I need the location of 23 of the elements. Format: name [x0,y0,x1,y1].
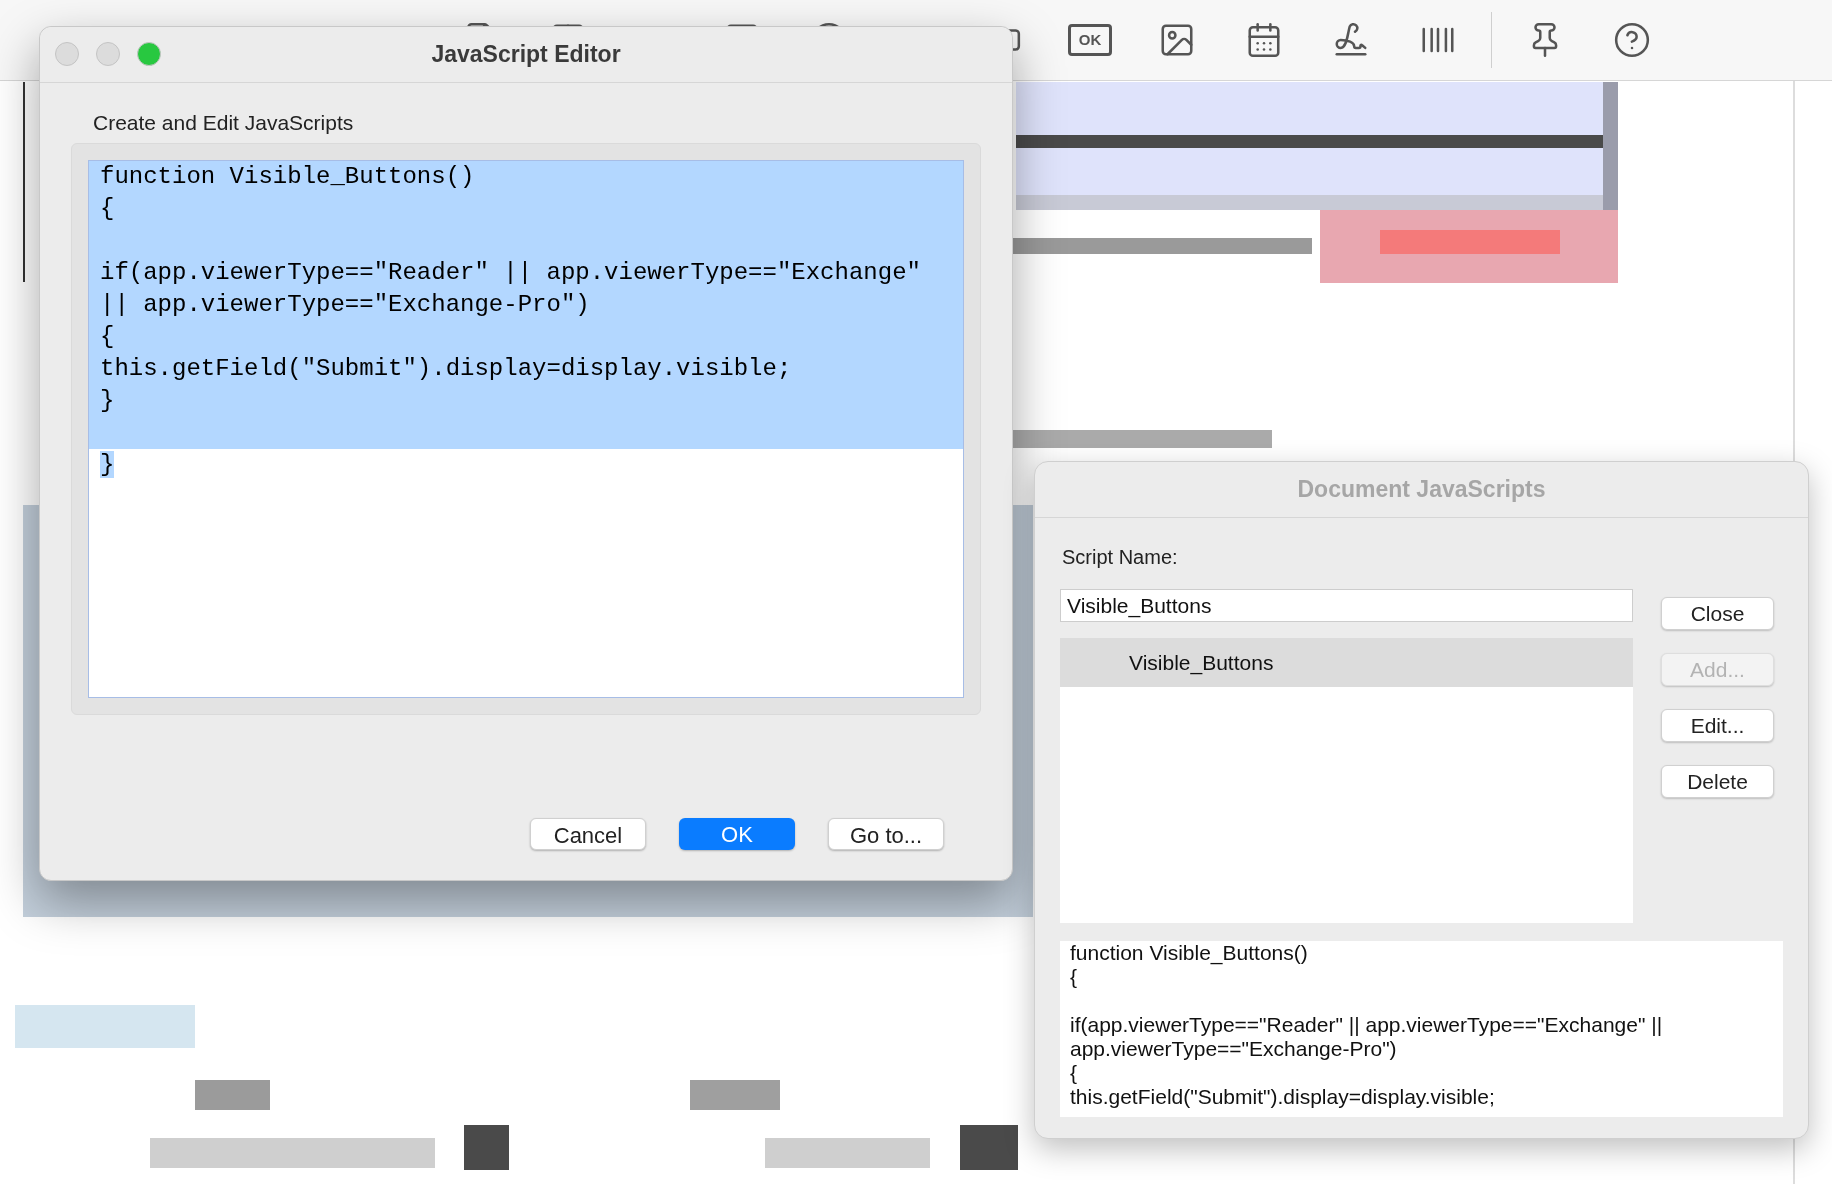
section-heading: Create and Edit JavaScripts [93,111,354,134]
script-code: function Visible_Buttons() { if(app.viewerType=="Reader" || app.viewerType=="Exchange" || app.viewerType=="Exchange-Pro") { this.getField("Submit").display=display.visible; [1070,941,1664,1109]
code-line: || app.viewerType=="Exchange-Pro") [100,290,590,318]
dialog-button[interactable]: Delete [1661,765,1774,798]
script-name-field[interactable]: Visible_Buttons [1060,589,1633,622]
code-line: { [100,322,115,350]
dialog-button[interactable]: Edit... [1661,709,1774,742]
code-line: if(app.viewerType=="Reader" || app.viewerType=="Exchange" [100,258,921,286]
field-label: Script Name: [1062,546,1178,568]
script-list-item[interactable]: Visible_Buttons [1060,638,1633,687]
dialog-button[interactable]: Close [1661,597,1774,630]
code-line: } [100,386,115,414]
ok-button[interactable]: OK [679,818,795,850]
script-list[interactable]: Visible_Buttons [1060,638,1633,923]
code-line: this.getField("Submit").display=display.visible; [100,354,792,382]
code-line: { [100,194,115,222]
code-line: function Visible_Buttons() [100,162,475,190]
code-text-area[interactable]: function Visible_Buttons() { if(app.viewerType=="Reader" || app.viewerType=="Exchange" || app.viewerType=="Exchange-Pro") { this.getField("Submit").display=display.visible; } } [88,159,964,698]
dialog-button[interactable]: Go to... [828,818,944,850]
button-tool[interactable]: OK [1068,24,1112,56]
dialog-button[interactable]: Cancel [530,818,646,850]
window-title: JavaScript Editor [431,40,621,70]
window-title: Document JavaScripts [1297,475,1546,505]
